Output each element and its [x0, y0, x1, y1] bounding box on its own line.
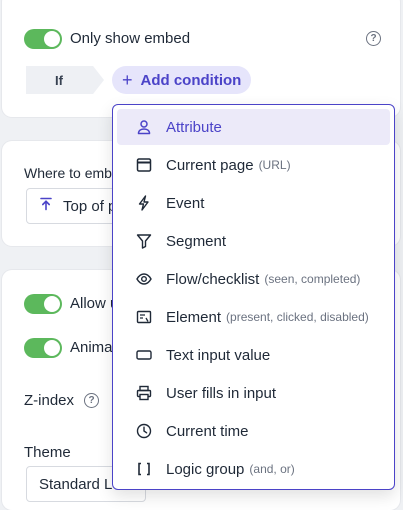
menu-item-label: Current page: [166, 156, 254, 174]
menu-item-flow-checklist[interactable]: Flow/checklist (seen, completed): [117, 261, 390, 297]
theme-label: Theme: [24, 444, 71, 461]
zindex-label: Z-index: [24, 392, 75, 409]
menu-item-label: Current time: [166, 422, 249, 440]
filter-icon: [133, 230, 155, 252]
menu-item-label: Element: [166, 308, 222, 326]
help-icon[interactable]: ?: [366, 31, 381, 46]
printer-icon: [133, 382, 155, 404]
menu-item-label: Segment: [166, 232, 227, 250]
embed-visibility-card: Only show embed ? If + Add condition: [2, 0, 400, 117]
only-show-embed-toggle[interactable]: [24, 29, 62, 49]
zindex-help-icon[interactable]: ?: [84, 393, 99, 408]
menu-item-user-fills-input[interactable]: User fills in input: [117, 375, 390, 411]
menu-item-sub: (seen, completed): [264, 272, 361, 286]
menu-item-sub: (and, or): [249, 462, 295, 476]
animate-toggle[interactable]: [24, 338, 62, 358]
menu-item-current-page[interactable]: Current page (URL): [117, 147, 390, 183]
add-condition-button[interactable]: + Add condition: [112, 66, 252, 94]
lightning-icon: [133, 192, 155, 214]
theme-value: Standard L: [39, 475, 113, 493]
menu-item-sub: (URL): [258, 158, 291, 172]
eye-icon: [133, 268, 155, 290]
browser-window-icon: [133, 154, 155, 176]
brackets-icon: [133, 458, 155, 480]
animate-label: Anima: [70, 339, 113, 356]
menu-item-logic-group[interactable]: Logic group (and, or): [117, 451, 390, 487]
only-show-embed-label: Only show embed: [70, 30, 191, 47]
person-icon: [133, 116, 155, 138]
menu-item-label: Flow/checklist: [166, 270, 260, 288]
menu-item-attribute[interactable]: Attribute: [117, 109, 390, 145]
menu-item-segment[interactable]: Segment: [117, 223, 390, 259]
element-icon: [133, 306, 155, 328]
arrow-up-to-line-icon: [39, 197, 53, 215]
where-to-embed-label: Where to emb: [24, 165, 112, 181]
clock-icon: [133, 420, 155, 442]
text-input-icon: [133, 344, 155, 366]
allow-toggle[interactable]: [24, 294, 62, 314]
menu-item-label: Attribute: [166, 118, 222, 136]
menu-item-element[interactable]: Element (present, clicked, disabled): [117, 299, 390, 335]
add-condition-label: Add condition: [140, 71, 242, 89]
menu-item-text-input-value[interactable]: Text input value: [117, 337, 390, 373]
condition-menu: Attribute Current page (URL) Event Segme…: [112, 104, 395, 490]
menu-item-label: Text input value: [166, 346, 271, 364]
menu-item-event[interactable]: Event: [117, 185, 390, 221]
menu-item-current-time[interactable]: Current time: [117, 413, 390, 449]
menu-item-label: Event: [166, 194, 205, 212]
menu-item-label: Logic group: [166, 460, 245, 478]
plus-icon: +: [122, 70, 133, 90]
menu-item-sub: (present, clicked, disabled): [226, 310, 369, 324]
placement-value: Top of p: [63, 197, 117, 215]
menu-item-label: User fills in input: [166, 384, 277, 402]
if-chip: If: [26, 66, 104, 94]
